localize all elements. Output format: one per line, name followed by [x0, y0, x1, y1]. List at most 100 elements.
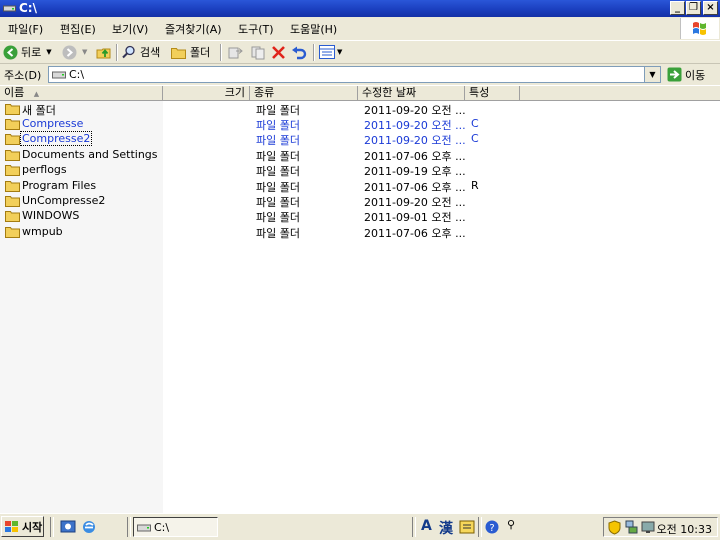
file-name: UnCompresse2	[22, 194, 106, 207]
address-dropdown-button[interactable]: ▼	[644, 67, 660, 82]
forward-arrow-icon	[62, 45, 77, 59]
undo-icon	[292, 46, 307, 59]
file-row[interactable]: Documents and Settings 파일 폴더 2011-07-06 …	[0, 147, 720, 163]
file-type: 파일 폴더	[256, 227, 300, 240]
file-row[interactable]: perflogs 파일 폴더 2011-09-19 오후 ...	[0, 162, 720, 178]
search-button[interactable]: 검색	[122, 43, 160, 61]
column-header-type[interactable]: 종류	[250, 86, 358, 100]
monitor-icon[interactable]	[641, 521, 655, 534]
taskbar-separator	[127, 517, 131, 537]
taskbar: 시작 C:\ A 漢 ? ⚲ 오전 10:33	[0, 513, 720, 540]
menu-help[interactable]: 도움말(H)	[290, 21, 337, 37]
menu-bar: 파일(F) 편집(E) 보기(V) 즐겨찾기(A) 도구(T) 도움말(H)	[0, 17, 720, 40]
ime-pad-icon	[459, 520, 475, 534]
taskbar-separator	[412, 517, 416, 537]
menu-file[interactable]: 파일(F)	[8, 21, 43, 37]
folder-icon	[5, 134, 20, 145]
back-button[interactable]: 뒤로 ▼	[3, 43, 52, 61]
go-button[interactable]: 이동	[667, 66, 705, 83]
folder-icon	[5, 227, 20, 238]
taskbar-window-button[interactable]: C:\	[133, 517, 218, 537]
title-bar[interactable]: C:\ _ ❐ ×	[0, 0, 720, 17]
system-tray: 오전 10:33	[603, 517, 718, 537]
ime-help-button[interactable]: ?	[485, 520, 499, 537]
undo-button[interactable]	[291, 43, 307, 61]
folder-icon	[5, 119, 20, 130]
file-attributes: C	[471, 117, 479, 130]
start-label: 시작	[22, 520, 43, 534]
restore-button[interactable]: ❐	[686, 1, 701, 15]
drive-icon	[3, 5, 16, 12]
network-icon[interactable]	[624, 520, 638, 535]
sort-ascending-icon: ▲	[33, 90, 40, 98]
file-type: 파일 폴더	[256, 165, 300, 178]
menu-tools[interactable]: 도구(T)	[238, 21, 274, 37]
address-bar: 주소(D) C:\ ▼ 이동	[0, 63, 720, 85]
column-header-attributes[interactable]: 특성	[465, 86, 520, 100]
file-row[interactable]: wmpub 파일 폴더 2011-07-06 오후 ...	[0, 224, 720, 240]
taskbar-separator	[478, 517, 482, 537]
ime-pad-button[interactable]	[459, 518, 475, 538]
address-input[interactable]: C:\ ▼	[48, 66, 661, 83]
ime-hanja-mode[interactable]: 漢	[439, 518, 453, 538]
minimize-button[interactable]: _	[670, 1, 685, 15]
up-folder-button[interactable]	[96, 43, 112, 61]
column-header-modified[interactable]: 수정한 날짜	[358, 86, 465, 100]
file-row[interactable]: WINDOWS 파일 폴더 2011-09-01 오전 ...	[0, 208, 720, 224]
menu-edit[interactable]: 편집(E)	[60, 21, 96, 37]
taskbar-window-label: C:\	[154, 520, 170, 534]
file-modified: 2011-09-19 오후 ...	[364, 165, 466, 178]
quicklaunch-desktop-button[interactable]	[60, 519, 76, 538]
forward-dropdown-icon[interactable]: ▼	[82, 48, 87, 56]
column-name-label: 이름	[4, 86, 25, 99]
toolbar: 뒤로 ▼ ▼ 검색 폴더 ▼	[0, 40, 720, 63]
quicklaunch-ie-button[interactable]	[81, 519, 97, 538]
column-header-size[interactable]: 크기	[163, 86, 250, 100]
address-value: C:\	[69, 68, 85, 81]
toolbar-separator	[116, 44, 118, 61]
file-row[interactable]: Compresse2 파일 폴더 2011-09-20 오전 ... C	[0, 131, 720, 147]
file-row[interactable]: UnCompresse2 파일 폴더 2011-09-20 오전 ...	[0, 193, 720, 209]
copy-to-button[interactable]	[250, 43, 266, 61]
start-button[interactable]: 시작	[1, 516, 44, 537]
file-row[interactable]: Compresse 파일 폴더 2011-09-20 오전 ... C	[0, 116, 720, 132]
column-header-name[interactable]: 이름 ▲	[0, 86, 163, 100]
folder-icon	[5, 165, 20, 176]
security-shield-icon[interactable]	[608, 520, 621, 535]
back-dropdown-icon[interactable]: ▼	[46, 48, 51, 56]
close-button[interactable]: ×	[703, 1, 718, 15]
file-name: WINDOWS	[22, 209, 80, 222]
folders-button[interactable]: 폴더	[171, 43, 210, 61]
folder-icon	[5, 104, 20, 115]
menu-favorites[interactable]: 즐겨찾기(A)	[165, 21, 222, 37]
move-to-icon	[228, 47, 243, 58]
delete-button[interactable]	[271, 43, 286, 61]
file-name: Compresse2	[19, 131, 93, 146]
folder-icon	[5, 196, 20, 207]
search-label: 검색	[140, 46, 161, 59]
file-name: Documents and Settings	[22, 148, 158, 161]
file-row[interactable]: Program Files 파일 폴더 2011-07-06 오후 ... R	[0, 178, 720, 194]
file-attributes: R	[471, 179, 479, 192]
column-header-row: 이름 ▲ 크기 종류 수정한 날짜 특성	[0, 86, 720, 101]
file-row[interactable]: 새 폴더 파일 폴더 2011-09-20 오전 ...	[0, 101, 720, 117]
drive-icon	[52, 71, 66, 79]
menu-view[interactable]: 보기(V)	[112, 21, 148, 37]
file-name: Compresse	[22, 117, 84, 130]
up-folder-icon	[96, 48, 111, 58]
move-to-button[interactable]	[228, 43, 244, 61]
windows-flag-icon	[5, 520, 18, 532]
windows-logo	[680, 18, 719, 39]
views-button[interactable]: ▼	[319, 43, 342, 61]
drive-icon	[137, 524, 151, 531]
file-name: perflogs	[22, 163, 67, 176]
ime-alpha-mode[interactable]: A	[421, 518, 432, 534]
folders-label: 폴더	[190, 46, 211, 59]
views-grid-icon	[319, 45, 335, 59]
copy-to-icon	[251, 46, 265, 59]
folder-icon	[171, 47, 186, 59]
ime-options-icon[interactable]: ⚲	[507, 518, 515, 531]
back-label: 뒤로	[21, 46, 42, 59]
folder-icon	[5, 211, 20, 222]
forward-button[interactable]: ▼	[62, 43, 87, 61]
